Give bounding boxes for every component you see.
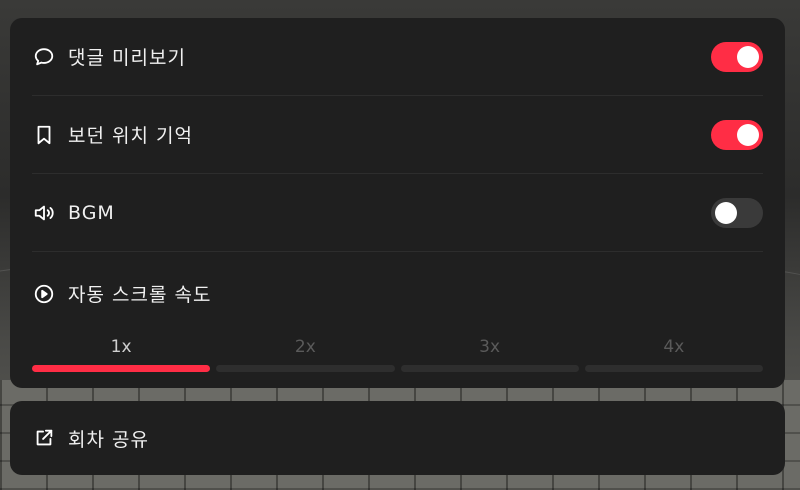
speed-option-label: 4x [663,337,685,357]
comment-preview-toggle[interactable] [711,41,763,72]
speaker-icon [32,201,56,225]
speed-option-label: 3x [479,337,501,357]
comment-preview-label: 댓글 미리보기 [68,47,186,69]
speed-option-bar [400,365,579,372]
external-link-icon [32,426,56,450]
speed-option-bar [584,365,763,372]
speed-option-bar [32,365,211,372]
setting-row-auto-scroll: 자동 스크롤 속도 1x 2x 3x 4x [32,252,763,372]
speed-option-2x[interactable]: 2x [216,337,395,372]
bookmark-icon [32,123,56,147]
auto-scroll-label: 자동 스크롤 속도 [68,284,212,306]
play-circle-icon [32,282,56,306]
bgm-label: BGM [68,201,115,224]
share-episode-label: 회차 공유 [68,428,149,451]
share-episode-button[interactable]: 회차 공유 [32,401,763,475]
speed-option-3x[interactable]: 3x [400,337,579,372]
auto-scroll-speed-selector: 1x 2x 3x 4x [32,337,763,372]
reading-position-label: 보던 위치 기억 [68,125,193,147]
speed-option-4x[interactable]: 4x [584,337,763,372]
share-panel: 회차 공유 [10,401,785,475]
viewer-settings-panel: 댓글 미리보기 보던 위치 기억 BGM 자동 스크롤 속도 1x 2x 3x … [10,18,785,388]
speed-option-label: 1x [110,337,132,357]
bgm-toggle[interactable] [711,197,763,228]
reading-position-toggle[interactable] [711,119,763,150]
comment-bubble-icon [32,45,56,69]
speed-option-1x[interactable]: 1x [32,337,211,372]
setting-row-reading-position: 보던 위치 기억 [32,96,763,174]
speed-option-label: 2x [294,337,316,357]
speed-option-bar [216,365,395,372]
setting-row-bgm: BGM [32,174,763,252]
setting-row-comment-preview: 댓글 미리보기 [32,18,763,96]
